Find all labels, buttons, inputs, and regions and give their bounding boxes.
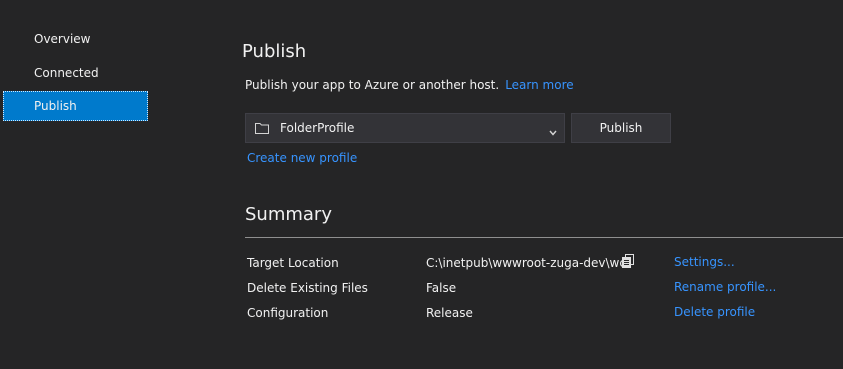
chevron-down-icon [549,125,557,139]
configuration-value: Release [426,306,473,320]
sidebar: Overview Connected Services Publish [0,0,150,369]
create-new-profile-link[interactable]: Create new profile [247,151,357,165]
copy-icon[interactable] [621,254,635,272]
summary-heading: Summary [245,204,332,225]
publish-button[interactable]: Publish [571,113,671,143]
profile-dropdown-value: FolderProfile [280,121,355,135]
sidebar-item-connected-services[interactable]: Connected Services [3,58,148,110]
delete-profile-link[interactable]: Delete profile [674,305,755,319]
summary-divider [245,237,843,238]
sidebar-item-label: Overview [34,32,91,46]
profile-dropdown[interactable]: FolderProfile [245,113,565,143]
settings-link[interactable]: Settings... [674,255,735,269]
learn-more-link[interactable]: Learn more [505,78,573,92]
rename-profile-link[interactable]: Rename profile... [674,280,776,294]
description-text: Publish your app to Azure or another hos… [245,78,500,92]
sidebar-item-overview[interactable]: Overview [3,24,148,54]
sidebar-item-publish[interactable]: Publish [3,91,148,121]
publish-description: Publish your app to Azure or another hos… [245,78,574,92]
folder-icon [255,122,269,137]
target-location-label: Target Location [247,256,339,270]
delete-existing-files-label: Delete Existing Files [247,281,368,295]
delete-existing-files-value: False [426,281,457,295]
page-title: Publish [242,41,307,62]
target-location-value: C:\inetpub\wwwroot-zuga-dev\wcf [426,256,631,270]
sidebar-item-label: Publish [34,99,77,113]
configuration-label: Configuration [247,306,329,320]
